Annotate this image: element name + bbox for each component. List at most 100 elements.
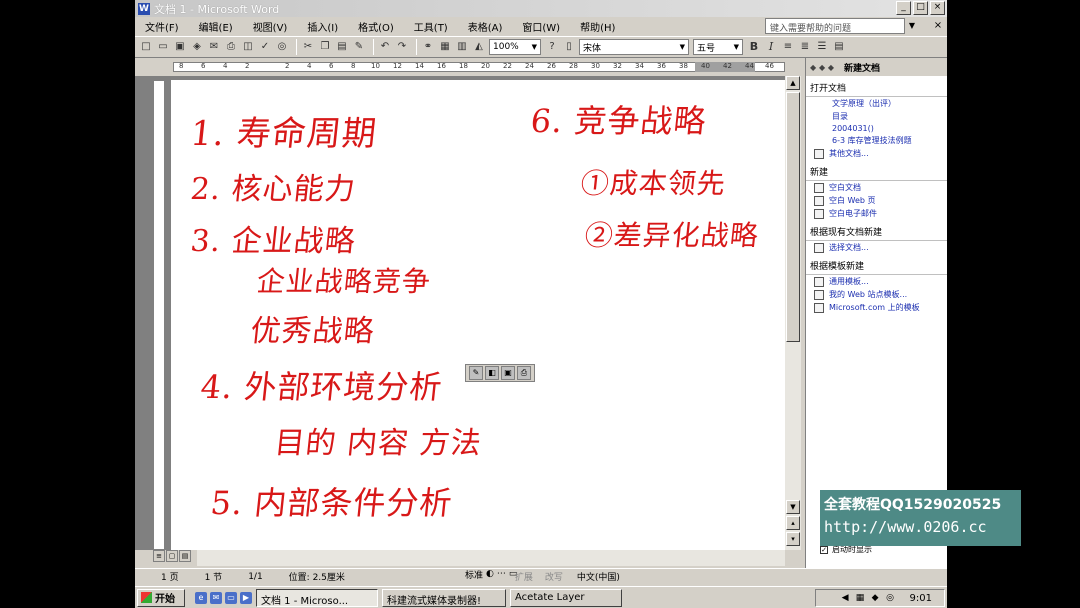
- blank-document-link[interactable]: 空白文档: [806, 181, 947, 194]
- recent-doc-link[interactable]: 2004031(): [806, 123, 947, 134]
- print-preview-icon[interactable]: ◫: [241, 40, 255, 54]
- format-painter-icon[interactable]: ✎: [352, 40, 366, 54]
- scroll-down-icon[interactable]: ▼: [786, 500, 800, 514]
- columns-icon[interactable]: ▥: [455, 40, 469, 54]
- drawing-icon[interactable]: ◭: [472, 40, 486, 54]
- align-center-icon[interactable]: ≣: [798, 40, 812, 54]
- menu-help[interactable]: 帮助(H): [580, 19, 615, 34]
- italic-button[interactable]: I: [764, 40, 778, 54]
- normal-view-icon[interactable]: ≡: [153, 550, 165, 562]
- eraser-icon[interactable]: ◧: [485, 366, 499, 380]
- task-pane-nav[interactable]: ◆ ◆ ◆: [810, 63, 834, 72]
- align-right-icon[interactable]: ☰: [815, 40, 829, 54]
- save-icon[interactable]: ▣: [173, 40, 187, 54]
- network-icon[interactable]: ▦: [855, 593, 866, 604]
- new-document-icon[interactable]: □: [139, 40, 153, 54]
- align-left-icon[interactable]: ≡: [781, 40, 795, 54]
- browser-icon[interactable]: e: [195, 591, 207, 604]
- copy-icon[interactable]: ❐: [318, 40, 332, 54]
- recent-doc-link[interactable]: 目录: [806, 110, 947, 123]
- recent-doc-link[interactable]: 6-3 库存管理技法例题: [806, 134, 947, 147]
- help-search-input[interactable]: 键入需要帮助的问题: [765, 18, 905, 34]
- print-icon[interactable]: ⎙: [517, 366, 531, 380]
- menu-tools[interactable]: 工具(T): [414, 19, 448, 34]
- reading-mode-icon[interactable]: ▯: [562, 40, 576, 54]
- help-icon[interactable]: ?: [545, 40, 559, 54]
- status-overtype[interactable]: 改写: [545, 570, 563, 583]
- handwriting-line: 5. 内部条件分析: [208, 484, 455, 522]
- media-icon[interactable]: ▶: [240, 591, 252, 604]
- taskbar-item-recorder[interactable]: 科建流式媒体录制器!: [382, 588, 506, 607]
- security-icon[interactable]: ◎: [885, 593, 896, 604]
- scroll-thumb[interactable]: [786, 92, 800, 342]
- open-folder-icon[interactable]: ▭: [156, 40, 170, 54]
- vertical-ruler[interactable]: [153, 80, 165, 550]
- pen-toolbar: ✎ ◧ ▣ ⎙: [465, 364, 535, 382]
- research-icon[interactable]: ◎: [275, 40, 289, 54]
- recent-doc-link[interactable]: 文学原理（出评）: [806, 97, 947, 110]
- menu-view[interactable]: 视图(V): [253, 19, 288, 34]
- minimize-button[interactable]: _: [896, 1, 911, 15]
- handwriting-layer[interactable]: 1. 寿命周期 2. 核心能力 3. 企业战略 企业战略竞争 优秀战略 4. 外…: [171, 80, 785, 550]
- menu-file[interactable]: 文件(F): [145, 19, 179, 34]
- hyperlink-icon[interactable]: ⚭: [421, 40, 435, 54]
- justify-icon[interactable]: ▤: [832, 40, 846, 54]
- pen-icon[interactable]: ✎: [469, 366, 483, 380]
- vertical-scrollbar[interactable]: ▲ ▼ ▴ ▾: [785, 76, 801, 550]
- chevron-down-icon: ▼: [733, 43, 739, 51]
- taskbar-item-word[interactable]: 文档 1 - Microso...: [256, 588, 378, 607]
- blank-web-page-label: 空白 Web 页: [829, 196, 876, 205]
- zoom-select[interactable]: 100% ▼: [489, 39, 541, 55]
- web-view-icon[interactable]: ▢: [166, 550, 178, 562]
- select-icon[interactable]: ▣: [501, 366, 515, 380]
- more-docs-link[interactable]: 其他文档...: [806, 147, 947, 160]
- permission-icon[interactable]: ◈: [190, 40, 204, 54]
- desktop-icon[interactable]: ▭: [225, 591, 237, 604]
- email-icon[interactable]: ✉: [207, 40, 221, 54]
- table-icon[interactable]: ▦: [438, 40, 452, 54]
- online-templates-label: Microsoft.com 上的模板: [829, 303, 920, 312]
- email-icon[interactable]: ✉: [210, 591, 222, 604]
- print-view-icon[interactable]: ▤: [179, 550, 191, 562]
- print-icon[interactable]: ⎙: [224, 40, 238, 54]
- undo-icon[interactable]: ↶: [378, 40, 392, 54]
- menu-edit[interactable]: 编辑(E): [199, 19, 233, 34]
- cut-icon[interactable]: ✂: [301, 40, 315, 54]
- ruler-tick: 14: [415, 62, 424, 70]
- horizontal-scrollbar[interactable]: [197, 550, 785, 566]
- input-method-icon[interactable]: ◆: [870, 593, 881, 604]
- previous-page-icon[interactable]: ▴: [786, 516, 800, 530]
- bold-button[interactable]: B: [747, 40, 761, 54]
- taskbar-item-acetate[interactable]: Acetate Layer: [510, 588, 622, 607]
- web-templates-link[interactable]: 我的 Web 站点模板...: [806, 288, 947, 301]
- online-templates-link[interactable]: Microsoft.com 上的模板: [806, 301, 947, 314]
- general-templates-link[interactable]: 通用模板...: [806, 275, 947, 288]
- document-page[interactable]: 1. 寿命周期 2. 核心能力 3. 企业战略 企业战略竞争 优秀战略 4. 外…: [171, 80, 785, 550]
- close-button[interactable]: ×: [930, 1, 945, 15]
- font-select[interactable]: 宋体 ▼: [579, 39, 689, 55]
- next-page-icon[interactable]: ▾: [786, 532, 800, 546]
- chevron-down-icon[interactable]: ▼: [905, 18, 919, 34]
- web-templates-label: 我的 Web 站点模板...: [829, 290, 908, 299]
- handwriting-line: 目的 内容 方法: [272, 426, 484, 461]
- blank-email-link[interactable]: 空白电子邮件: [806, 207, 947, 220]
- document-close-button[interactable]: ×: [931, 19, 945, 33]
- menu-insert[interactable]: 插入(I): [307, 19, 338, 34]
- status-extend[interactable]: 扩展: [515, 570, 533, 583]
- spelling-icon[interactable]: ✓: [258, 40, 272, 54]
- maximize-button[interactable]: □: [913, 1, 928, 15]
- choose-document-link[interactable]: 选择文档...: [806, 241, 947, 254]
- scroll-up-icon[interactable]: ▲: [786, 76, 800, 90]
- menu-format[interactable]: 格式(O): [358, 19, 394, 34]
- menu-window[interactable]: 窗口(W): [522, 19, 560, 34]
- blank-web-page-link[interactable]: 空白 Web 页: [806, 194, 947, 207]
- speaker-icon[interactable]: ◀: [840, 593, 851, 604]
- redo-icon[interactable]: ↷: [395, 40, 409, 54]
- horizontal-ruler[interactable]: 8 6 4 2 2 4 6 8 10 12 14 16 18 20 22 24 …: [135, 58, 801, 76]
- word-app-icon[interactable]: W: [138, 2, 150, 15]
- font-size-select[interactable]: 五号 ▼: [693, 39, 743, 55]
- start-button[interactable]: 开始: [137, 588, 185, 607]
- toolbar-separator: [416, 39, 417, 55]
- menu-table[interactable]: 表格(A): [468, 19, 503, 34]
- paste-icon[interactable]: ▤: [335, 40, 349, 54]
